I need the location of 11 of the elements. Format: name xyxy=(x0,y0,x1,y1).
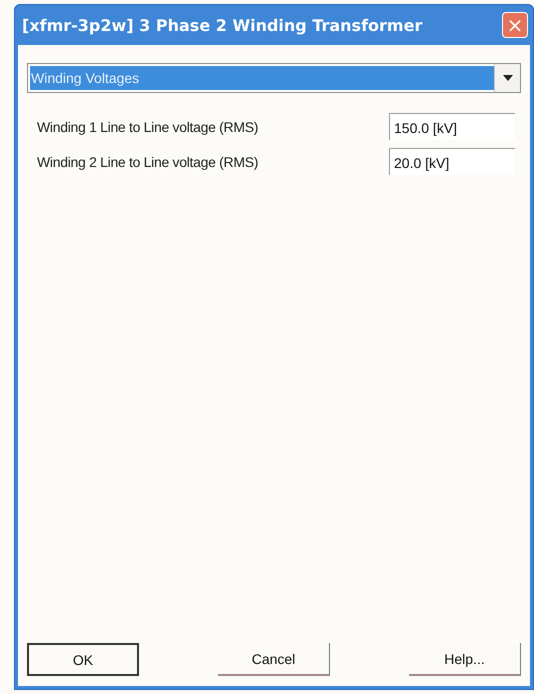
dialog-button[interactable]: Cancel xyxy=(218,643,330,676)
input-field[interactable]: 150.0 [kV] xyxy=(389,113,515,140)
dialog-button[interactable]: Help... xyxy=(409,643,521,676)
input-field[interactable]: 20.0 [kV] xyxy=(389,148,515,175)
dropdown-value: Winding Voltages xyxy=(30,66,494,90)
dropdown-button[interactable] xyxy=(494,64,520,92)
field-label: Winding 1 Line to Line voltage (RMS) xyxy=(37,118,258,134)
window-title: [xfmr-3p2w] 3 Phase 2 Winding Transformer xyxy=(22,16,422,34)
caret-icon xyxy=(502,75,512,81)
dialog-button[interactable]: OK xyxy=(27,643,139,676)
field-label: Winding 2 Line to Line voltage (RMS) xyxy=(37,154,258,170)
